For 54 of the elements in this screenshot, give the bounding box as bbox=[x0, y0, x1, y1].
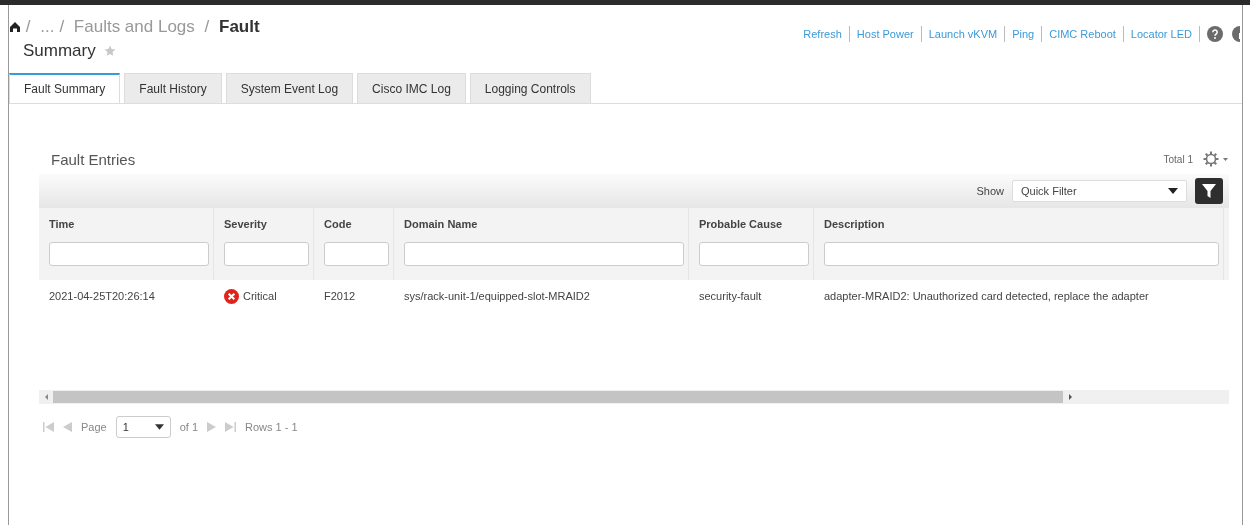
page-label: Page bbox=[81, 421, 107, 433]
caret-icon bbox=[1168, 188, 1178, 194]
column-filter-field[interactable] bbox=[49, 242, 209, 266]
filter-button[interactable] bbox=[1195, 178, 1223, 204]
funnel-icon bbox=[1202, 184, 1216, 198]
tab[interactable]: Logging Controls bbox=[469, 73, 591, 103]
table-cell: 2021-04-25T20:26:14 bbox=[49, 290, 155, 302]
column-header[interactable]: Probable Cause bbox=[699, 218, 809, 242]
star-icon[interactable] bbox=[103, 45, 116, 57]
info-icon[interactable] bbox=[1232, 26, 1242, 42]
column-filter-field[interactable] bbox=[699, 242, 809, 266]
error-icon bbox=[224, 288, 239, 304]
last-page-icon[interactable] bbox=[225, 422, 237, 432]
column-header[interactable]: Domain Name bbox=[404, 218, 684, 242]
column-header[interactable]: Description bbox=[824, 218, 1219, 242]
next-page-icon[interactable] bbox=[207, 422, 217, 432]
page-dropdown[interactable]: 1 bbox=[115, 416, 171, 438]
tab[interactable]: Cisco IMC Log bbox=[357, 73, 466, 103]
caret-icon bbox=[154, 424, 164, 430]
settings-icon[interactable] bbox=[1203, 151, 1229, 167]
column-header[interactable]: Time bbox=[49, 218, 209, 242]
table-cell: F2012 bbox=[324, 290, 356, 302]
column-filter-field[interactable] bbox=[824, 242, 1219, 266]
table-cell: adapter-MRAID2: Unauthorized card detected, replace the adapter bbox=[824, 290, 1149, 302]
column-header[interactable]: Severity bbox=[224, 218, 309, 242]
tab[interactable]: Fault History bbox=[124, 73, 222, 103]
scroll-right-icon[interactable] bbox=[1069, 394, 1072, 400]
tab[interactable]: System Event Log bbox=[225, 73, 354, 103]
column-header[interactable]: Code bbox=[324, 218, 389, 242]
previous-page-icon[interactable] bbox=[63, 422, 72, 432]
page-title: Summary bbox=[23, 40, 96, 62]
page-count: of 1 bbox=[179, 421, 199, 433]
rows-range: Rows 1 - 1 bbox=[245, 421, 298, 433]
table-cell: Critical bbox=[243, 290, 277, 302]
column-filter-field[interactable] bbox=[324, 242, 389, 266]
total-count: Total 1 bbox=[1163, 153, 1193, 165]
panel-title: Fault Entries bbox=[51, 150, 136, 168]
horizontal-scrollbar[interactable] bbox=[39, 390, 1229, 404]
home-icon[interactable] bbox=[9, 21, 21, 33]
column-filter-field[interactable] bbox=[224, 242, 309, 266]
breadcrumb-separator: / bbox=[59, 17, 65, 36]
table-cell: security-fault bbox=[699, 290, 762, 302]
first-page-icon[interactable] bbox=[43, 422, 54, 432]
column-filter-field[interactable] bbox=[404, 242, 684, 266]
filter-dropdown[interactable]: Quick Filter bbox=[1012, 180, 1187, 202]
scroll-left-icon[interactable] bbox=[45, 394, 48, 400]
page-title: Fault bbox=[219, 17, 260, 36]
table-cell: sys/rack-unit-1/equipped-slot-MRAID2 bbox=[404, 290, 590, 302]
breadcrumb-separator: / bbox=[204, 17, 210, 36]
show-label: Show bbox=[976, 185, 1004, 197]
help-icon[interactable] bbox=[1207, 26, 1223, 42]
scrollbar-thumb[interactable] bbox=[53, 391, 1063, 403]
tab[interactable]: Fault Summary bbox=[9, 73, 121, 103]
breadcrumb-separator: / bbox=[25, 17, 31, 36]
